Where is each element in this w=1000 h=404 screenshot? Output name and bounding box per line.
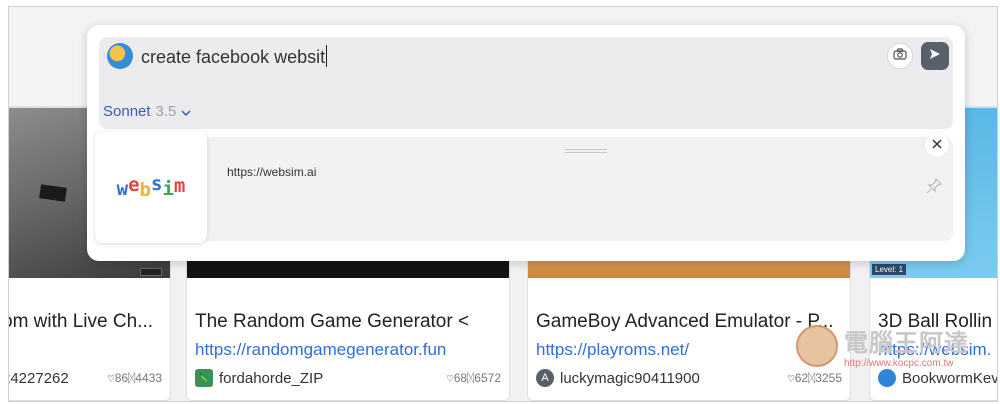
close-button[interactable] [925,133,949,157]
result-preview[interactable]: w e b s i m https://websim.ai [95,131,953,243]
prompt-input[interactable]: create facebook websit [141,45,328,68]
send-button[interactable] [921,42,949,70]
mascot-logo [796,325,838,367]
logo-letter: b [139,179,151,201]
drag-handle[interactable] [565,149,607,153]
chevron-down-icon [181,103,191,120]
card-link[interactable]: https://randomgamegenerator.fun [195,340,446,360]
result-url[interactable]: https://websim.ai [227,165,316,179]
logo-letter: s [151,173,163,195]
prompt-box: create facebook websit Sonnet 3.5 [99,37,953,129]
card-author[interactable]: fordahorde_ZIP [219,370,323,387]
card-meta: A luckymagic90411900 ♡62ᛞ3255 [536,367,842,389]
model-name: Sonnet [103,103,151,120]
card-title: om with Live Ch... [8,311,153,332]
heart-icon: ♡ [787,371,795,385]
watermark-title: 電腦王阿達 [844,330,969,357]
close-icon [932,136,942,154]
level-badge: Level: 1 [872,264,907,275]
user-avatar [107,43,133,69]
card-author[interactable]: BookwormKev [902,370,997,387]
watermark: 電腦王阿達 http://www.kocpc.com.tw [796,322,980,370]
card-stats: ♡86ᛞ4433 [107,371,162,385]
camera-button[interactable] [887,43,913,69]
heart-icon: ♡ [107,371,115,385]
card-stats: ♡68ᛞ6572 [446,371,501,385]
card-author[interactable]: 24227262 [9,370,69,387]
card-author[interactable]: luckymagic90411900 [560,370,700,387]
logo-letter: w [116,178,129,200]
pin-icon [925,177,943,199]
card-meta: 🦎 fordahorde_ZIP ♡68ᛞ6572 [195,367,501,389]
watermark-url: http://www.kocpc.com.tw [844,358,954,369]
author-avatar: A [536,369,554,387]
card-title: GameBoy Advanced Emulator - P... [536,311,834,332]
logo-letter: e [128,174,140,196]
card-stats: ♡62ᛞ3255 [787,371,842,385]
card-link[interactable]: https://playroms.net/ [536,340,689,360]
send-icon [928,47,942,66]
card-title: The Random Game Generator < [195,311,470,332]
text-caret [326,45,328,67]
logo-letter: m [173,175,186,197]
generate-panel: create facebook websit Sonnet 3.5 w e b … [87,25,965,261]
logo-letter: i [162,178,174,200]
camera-icon [893,47,907,65]
site-logo-tile: w e b s i m [95,131,207,243]
card-meta: BookwormKev [878,367,997,389]
author-avatar [878,369,896,387]
card-meta: 24227262 ♡86ᛞ4433 [9,367,162,389]
heart-icon: ♡ [446,371,454,385]
author-avatar: 🦎 [195,369,213,387]
model-version: 3.5 [155,103,177,120]
pin-button[interactable] [925,177,943,195]
model-selector[interactable]: Sonnet 3.5 [103,103,191,120]
